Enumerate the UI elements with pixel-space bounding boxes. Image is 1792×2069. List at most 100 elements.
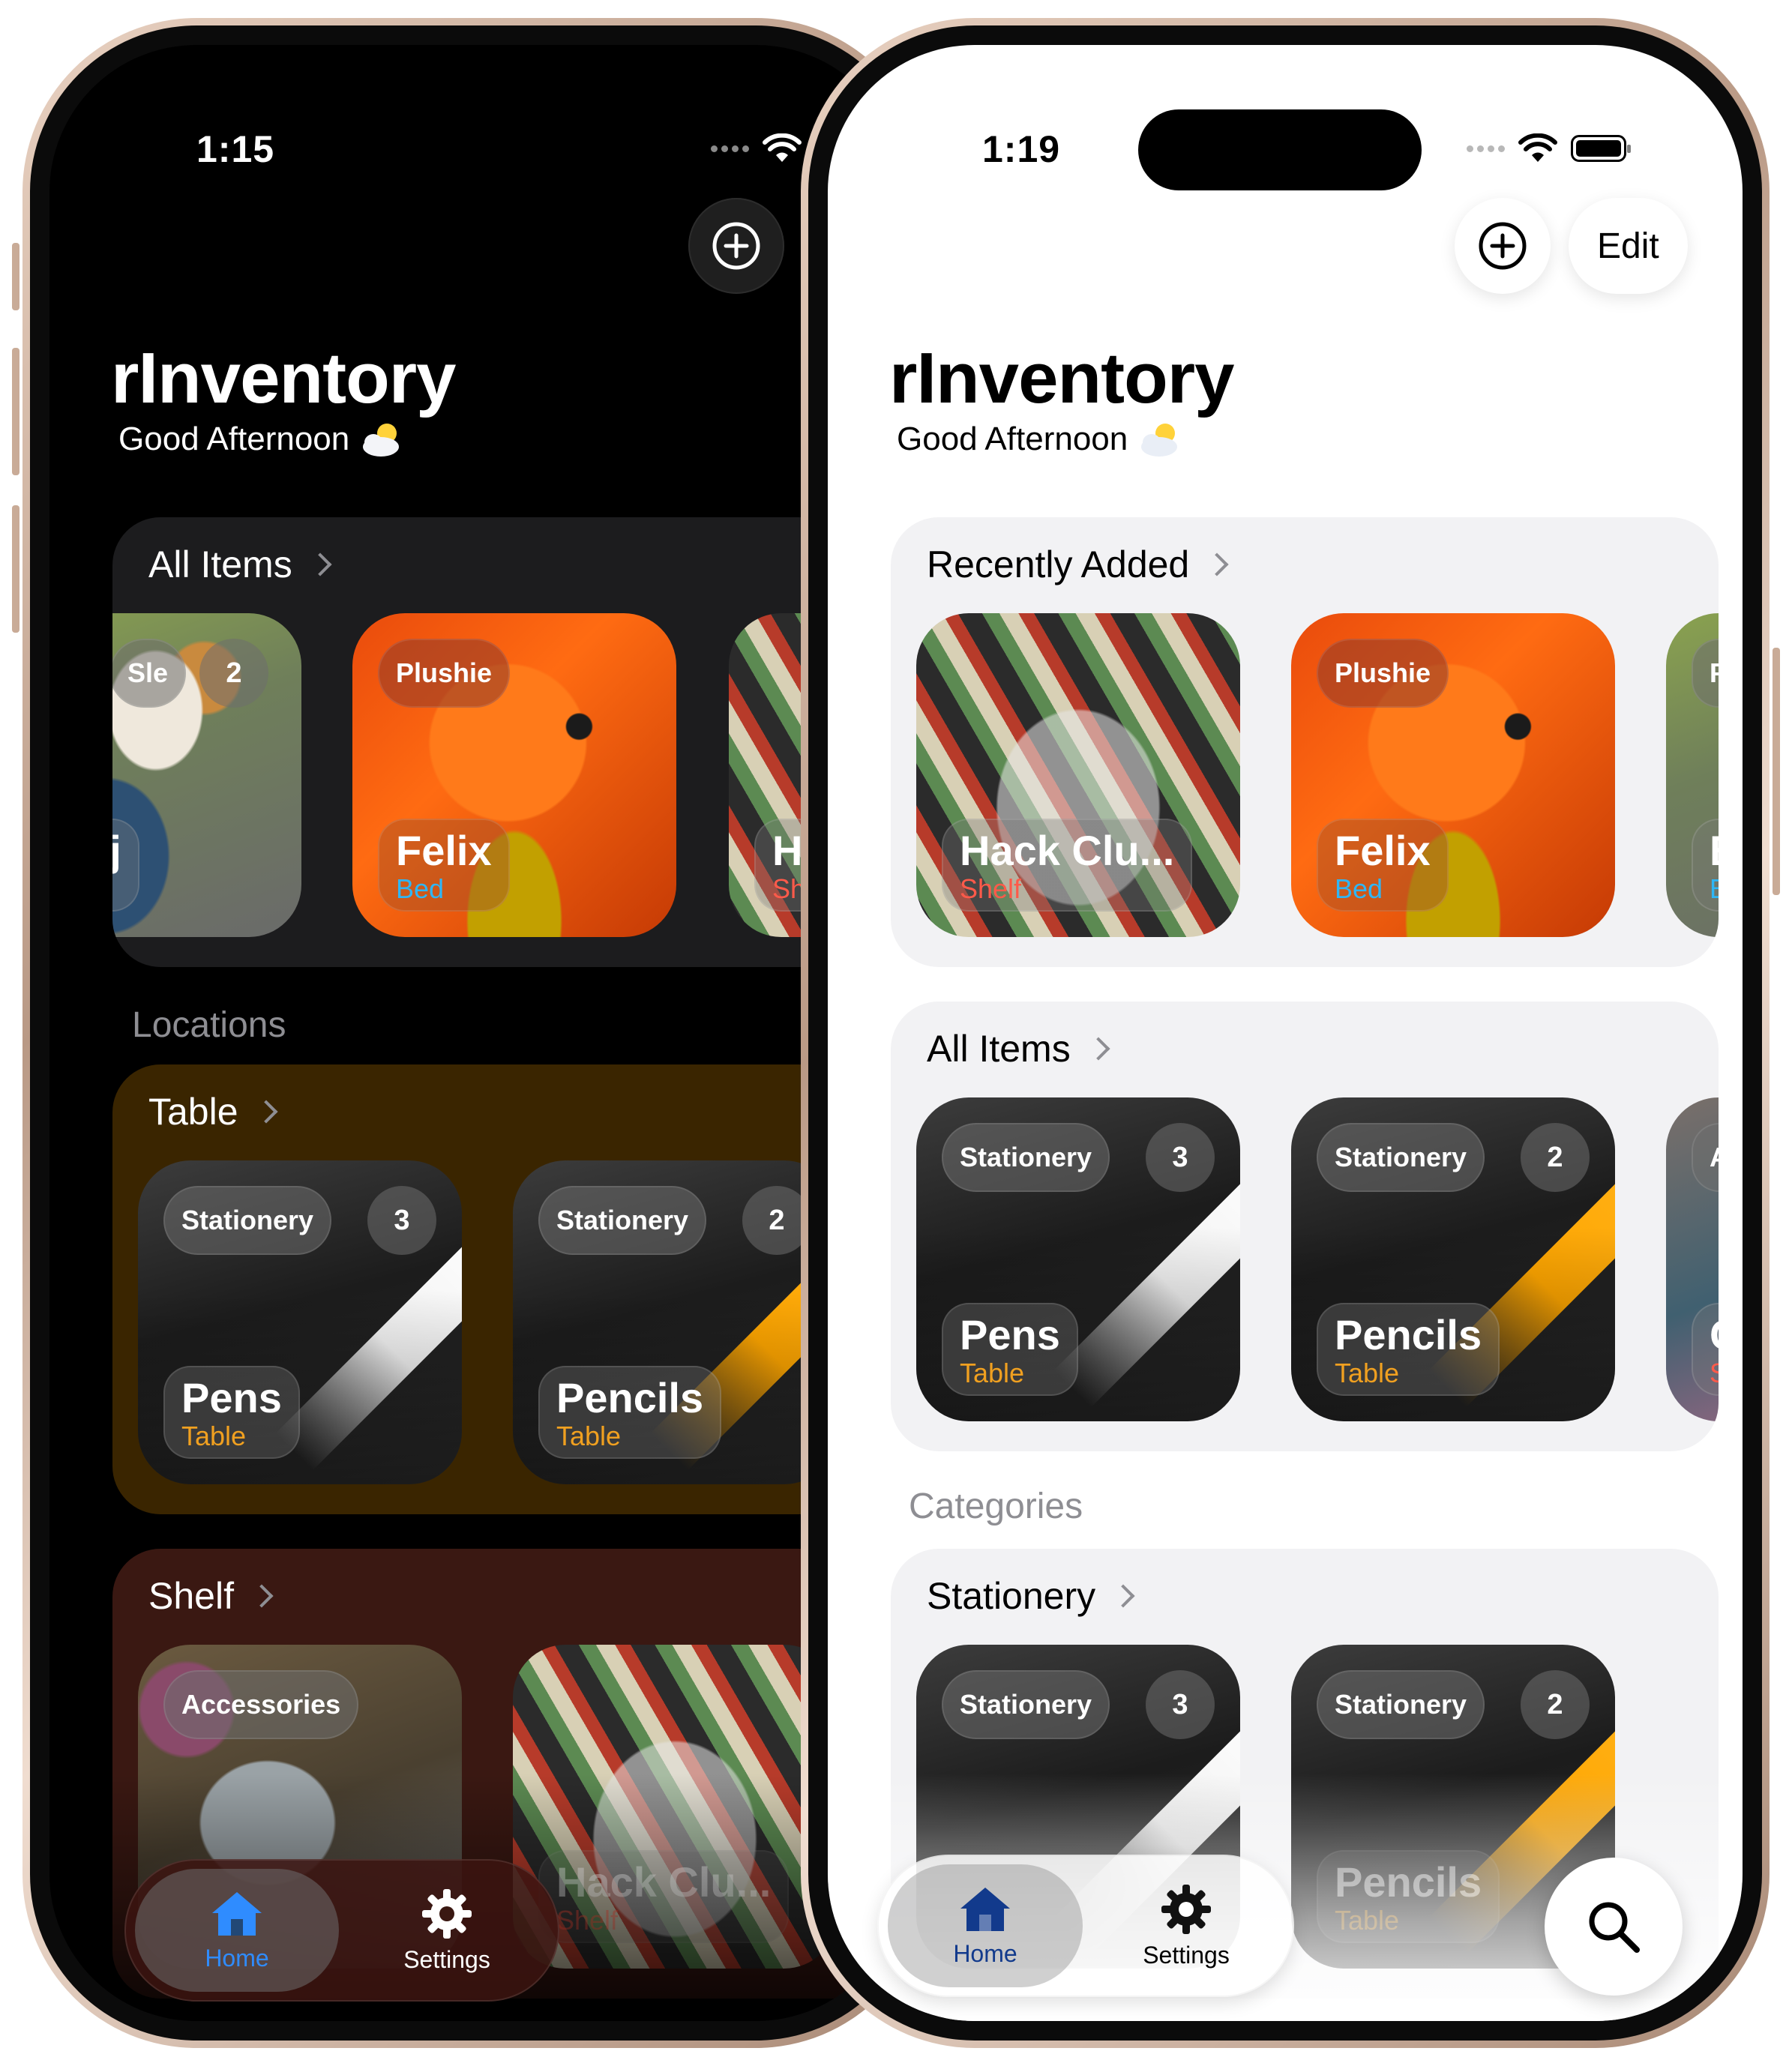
tab-label: Settings bbox=[1143, 1941, 1230, 1969]
item-card-pens[interactable]: Stationery 3 Pens Table bbox=[916, 1097, 1240, 1421]
item-location: Table bbox=[960, 1357, 1025, 1388]
item-name-box: B B bbox=[1692, 818, 1719, 912]
recently-added-header[interactable]: Recently Added bbox=[927, 543, 1229, 586]
item-name-box: Hack Clu... Shelf bbox=[538, 1849, 790, 1943]
gear-icon bbox=[422, 1888, 472, 1939]
item-card-hack-club[interactable]: Hack Clu... Shelf bbox=[513, 1645, 837, 1969]
item-name: Rajaj bbox=[112, 826, 121, 874]
search-icon bbox=[1589, 1902, 1640, 1953]
section-title: All Items bbox=[927, 1028, 1071, 1070]
dark-phone-frame: 1:15 rInventory Good Afternoon All Items… bbox=[12, 18, 930, 2048]
tab-settings[interactable]: Settings bbox=[345, 1869, 549, 1992]
chevron-right-icon bbox=[1086, 1037, 1110, 1061]
category-tag: A bbox=[1692, 1123, 1719, 1192]
item-name-box: Rajaj bbox=[112, 818, 139, 912]
all-items-section: All Items Sle 2 Rajaj Plushie Felix Bed bbox=[112, 517, 903, 967]
volume-down-button bbox=[12, 505, 19, 633]
tab-label: Home bbox=[953, 1939, 1017, 1967]
item-location bbox=[112, 873, 121, 904]
chevron-right-icon bbox=[253, 1100, 278, 1124]
greeting: Good Afternoon bbox=[897, 420, 1185, 459]
tab-home[interactable]: Home bbox=[135, 1869, 339, 1992]
partly-cloudy-icon bbox=[363, 424, 400, 457]
item-location: Table bbox=[1335, 1357, 1400, 1388]
gear-icon bbox=[1161, 1884, 1211, 1934]
edit-button[interactable]: Edit bbox=[1569, 198, 1688, 294]
dynamic-island bbox=[387, 109, 687, 190]
category-tag: Sle bbox=[112, 639, 187, 708]
tab-home[interactable]: Home bbox=[888, 1864, 1083, 1987]
item-name: Pencils bbox=[1335, 1310, 1482, 1358]
item-name-box: Pens Table bbox=[942, 1302, 1078, 1396]
item-name-box: Pencils Table bbox=[1317, 1302, 1500, 1396]
item-card-hack-club[interactable]: Hack Clu... Shelf bbox=[916, 613, 1240, 937]
item-name-box: C S bbox=[1692, 1302, 1719, 1396]
item-name-box: Felix Bed bbox=[378, 818, 510, 912]
item-location: Table bbox=[556, 1420, 622, 1451]
category-tag: Stationery bbox=[1317, 1123, 1485, 1192]
table-location-section: Table Stationery 3 Pens Table Stationery… bbox=[112, 1064, 903, 1514]
item-card-pens[interactable]: Stationery 3 Pens Table bbox=[138, 1160, 462, 1484]
section-title: Stationery bbox=[927, 1575, 1096, 1617]
item-card-pencils[interactable]: Stationery 2 Pencils Table bbox=[513, 1160, 837, 1484]
count-badge: 2 bbox=[199, 639, 268, 708]
action-button bbox=[12, 243, 19, 310]
tab-settings[interactable]: Settings bbox=[1089, 1864, 1284, 1987]
item-name: Hack Clu... bbox=[960, 826, 1175, 874]
add-item-button[interactable] bbox=[688, 198, 784, 294]
stationery-section-header[interactable]: Stationery bbox=[927, 1574, 1135, 1618]
plus-circle-icon bbox=[712, 222, 760, 270]
add-item-button[interactable] bbox=[1455, 198, 1551, 294]
item-card-felix[interactable]: Plushie Felix Bed bbox=[1291, 613, 1615, 937]
item-card-felix[interactable]: Plushie Felix Bed bbox=[352, 613, 676, 937]
recently-added-section: Recently Added Hack Clu... Shelf Plushie… bbox=[891, 517, 1719, 967]
item-name-box: Pens Table bbox=[163, 1365, 300, 1459]
item-card-partial[interactable]: P B B bbox=[1666, 613, 1719, 937]
item-card-rajaj[interactable]: Sle 2 Rajaj bbox=[112, 613, 301, 937]
item-name: Pens bbox=[181, 1373, 282, 1421]
table-section-header[interactable]: Table bbox=[148, 1090, 278, 1133]
light-screen: 1:19 Edit rInventory Good Afternoon Rece… bbox=[828, 45, 1743, 2021]
greeting-text: Good Afternoon bbox=[897, 421, 1128, 457]
item-location: Shelf bbox=[556, 1904, 619, 1936]
category-tag: Stationery bbox=[942, 1123, 1110, 1192]
volume-up-button bbox=[12, 348, 19, 475]
item-name-box: Pencils Table bbox=[538, 1365, 722, 1459]
category-tag: Accessories bbox=[163, 1670, 359, 1739]
signal-icon bbox=[711, 145, 749, 152]
item-name-box: Pencils Table bbox=[1317, 1849, 1500, 1943]
all-items-section: All Items Stationery 3 Pens Table Statio… bbox=[891, 1002, 1719, 1451]
status-icons bbox=[711, 133, 802, 163]
item-name: C bbox=[1710, 1313, 1719, 1358]
item-name: Hack Clu... bbox=[556, 1858, 772, 1906]
category-tag: P bbox=[1692, 639, 1719, 708]
tab-label: Settings bbox=[403, 1945, 490, 1973]
greeting: Good Afternoon bbox=[118, 420, 406, 459]
app-title: rInventory bbox=[889, 338, 1234, 418]
item-location: S bbox=[1710, 1358, 1719, 1388]
app-title: rInventory bbox=[111, 338, 456, 418]
chevron-right-icon bbox=[250, 1584, 274, 1608]
shelf-section-header[interactable]: Shelf bbox=[148, 1574, 274, 1618]
count-badge: 2 bbox=[1521, 1123, 1590, 1192]
tab-bar: Home Settings bbox=[877, 1855, 1294, 1997]
battery-icon bbox=[1571, 135, 1631, 162]
wifi-icon bbox=[1518, 133, 1557, 162]
item-location: Shelf bbox=[960, 873, 1022, 904]
item-location: Bed bbox=[396, 873, 445, 904]
status-time: 1:19 bbox=[982, 128, 1061, 170]
partly-cloudy-icon bbox=[1141, 424, 1178, 457]
count-badge: 3 bbox=[367, 1186, 436, 1255]
item-card-partial[interactable]: A C S bbox=[1666, 1097, 1719, 1421]
tab-label: Home bbox=[205, 1944, 269, 1972]
count-badge: 3 bbox=[1146, 1123, 1215, 1192]
all-items-header[interactable]: All Items bbox=[148, 543, 332, 586]
plus-circle-icon bbox=[1479, 222, 1527, 270]
all-items-header[interactable]: All Items bbox=[927, 1027, 1110, 1070]
item-card-pencils[interactable]: Stationery 2 Pencils Table bbox=[1291, 1097, 1615, 1421]
item-name: Pencils bbox=[1335, 1858, 1482, 1906]
category-tag: Plushie bbox=[378, 639, 511, 708]
tab-bar: Home Settings bbox=[124, 1859, 559, 2002]
search-button[interactable] bbox=[1545, 1858, 1683, 1996]
power-button bbox=[1773, 648, 1780, 895]
